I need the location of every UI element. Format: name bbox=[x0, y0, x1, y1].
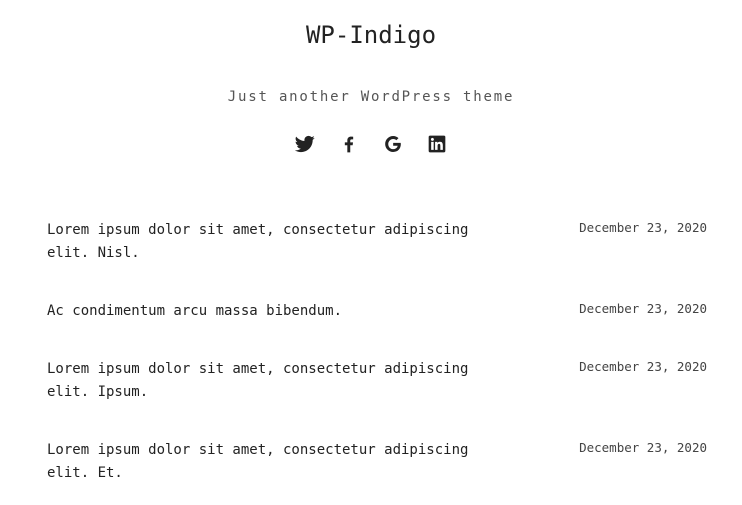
twitter-icon bbox=[295, 135, 315, 153]
list-item: Lorem ipsum dolor sit amet, consectetur … bbox=[47, 357, 707, 438]
twitter-link[interactable] bbox=[294, 132, 316, 156]
list-item: Lorem ipsum dolor sit amet, consectetur … bbox=[47, 438, 707, 498]
google-icon bbox=[385, 136, 401, 152]
post-title-link[interactable]: Lorem ipsum dolor sit amet, consectetur … bbox=[47, 358, 497, 404]
post-date: December 23, 2020 bbox=[579, 440, 707, 455]
linkedin-link[interactable] bbox=[426, 132, 448, 156]
post-title-link[interactable]: Lorem ipsum dolor sit amet, consectetur … bbox=[47, 219, 497, 265]
google-link[interactable] bbox=[382, 132, 404, 156]
facebook-icon bbox=[344, 136, 354, 153]
site-tagline: Just another WordPress theme bbox=[227, 89, 515, 105]
linkedin-icon bbox=[428, 135, 446, 153]
post-title-link[interactable]: Lorem ipsum dolor sit amet, consectetur … bbox=[47, 439, 497, 485]
post-list: Lorem ipsum dolor sit amet, consectetur … bbox=[47, 218, 707, 498]
post-title-link[interactable]: Ac condimentum arcu massa bibendum. bbox=[47, 300, 497, 323]
facebook-link[interactable] bbox=[338, 132, 360, 156]
site-title[interactable]: WP-Indigo bbox=[0, 18, 742, 52]
list-item: Lorem ipsum dolor sit amet, consectetur … bbox=[47, 218, 707, 299]
post-date: December 23, 2020 bbox=[579, 301, 707, 316]
social-links bbox=[0, 132, 742, 156]
post-date: December 23, 2020 bbox=[579, 359, 707, 374]
list-item: Ac condimentum arcu massa bibendum. Dece… bbox=[47, 299, 707, 357]
post-date: December 23, 2020 bbox=[579, 220, 707, 235]
